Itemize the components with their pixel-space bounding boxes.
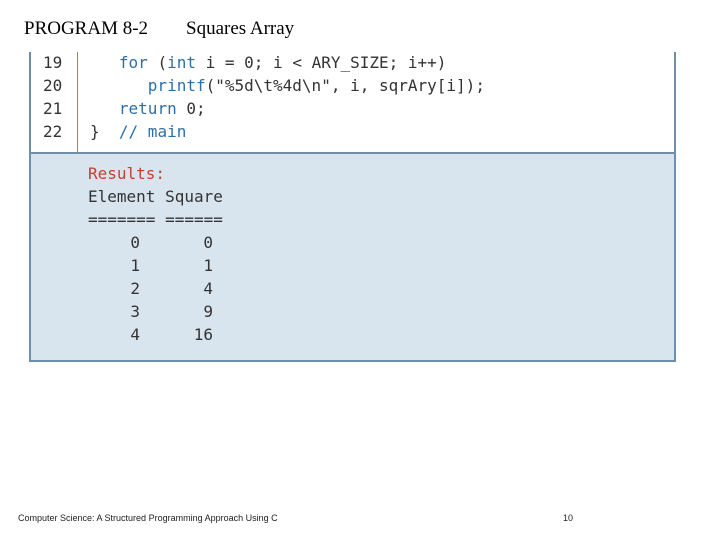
code-keyword: printf bbox=[147, 76, 206, 95]
result-square-value: 16 bbox=[193, 325, 213, 344]
result-square-value: 1 bbox=[203, 256, 213, 275]
program-listing: 19 for (int i = 0; i < ARY_SIZE; i++) 20 … bbox=[29, 52, 676, 362]
result-square-value: 9 bbox=[203, 302, 213, 321]
footer-book-title: Computer Science: A Structured Programmi… bbox=[18, 513, 278, 523]
code-token: } bbox=[90, 122, 119, 141]
code-text: printf("%5d\t%4d\n", i, sqrAry[i]); bbox=[90, 74, 485, 97]
code-token: ("%5d\t%4d\n", i, sqrAry[i]); bbox=[205, 76, 485, 95]
code-token: i = 0; i < ARY_SIZE; i++) bbox=[195, 53, 447, 72]
code-text: for (int i = 0; i < ARY_SIZE; i++) bbox=[90, 51, 447, 74]
result-square-value: 0 bbox=[203, 233, 213, 252]
program-label: PROGRAM 8-2 bbox=[24, 18, 149, 39]
program-name: Squares Array bbox=[186, 18, 295, 39]
line-number: 19 bbox=[43, 53, 63, 72]
results-panel: Results: Element Square ======= ====== 0… bbox=[31, 154, 674, 360]
result-element-value: 1 bbox=[130, 256, 140, 275]
code-keyword: int bbox=[167, 53, 196, 72]
line-number: 21 bbox=[43, 99, 63, 118]
line-number: 20 bbox=[43, 76, 63, 95]
code-area: 19 for (int i = 0; i < ARY_SIZE; i++) 20 … bbox=[31, 52, 674, 154]
code-token: ( bbox=[147, 53, 168, 72]
code-text: return 0; bbox=[90, 97, 206, 120]
result-square-value: 4 bbox=[203, 279, 213, 298]
results-separator: ======= ====== bbox=[88, 210, 223, 229]
footer-page-number: 10 bbox=[563, 513, 574, 523]
slide-title: PROGRAM 8-2 Squares Array bbox=[24, 18, 294, 40]
result-element-value: 2 bbox=[130, 279, 140, 298]
results-column-headers: Element Square bbox=[88, 187, 223, 206]
results-heading: Results: bbox=[88, 164, 166, 183]
code-text: } // main bbox=[90, 120, 186, 143]
code-keyword: // main bbox=[118, 122, 187, 141]
code-keyword: return bbox=[118, 99, 177, 118]
result-element-value: 3 bbox=[130, 302, 140, 321]
code-token: 0; bbox=[176, 99, 206, 118]
line-number: 22 bbox=[43, 122, 63, 141]
code-keyword: for bbox=[118, 53, 148, 72]
result-element-value: 0 bbox=[130, 233, 140, 252]
result-element-value: 4 bbox=[130, 325, 140, 344]
